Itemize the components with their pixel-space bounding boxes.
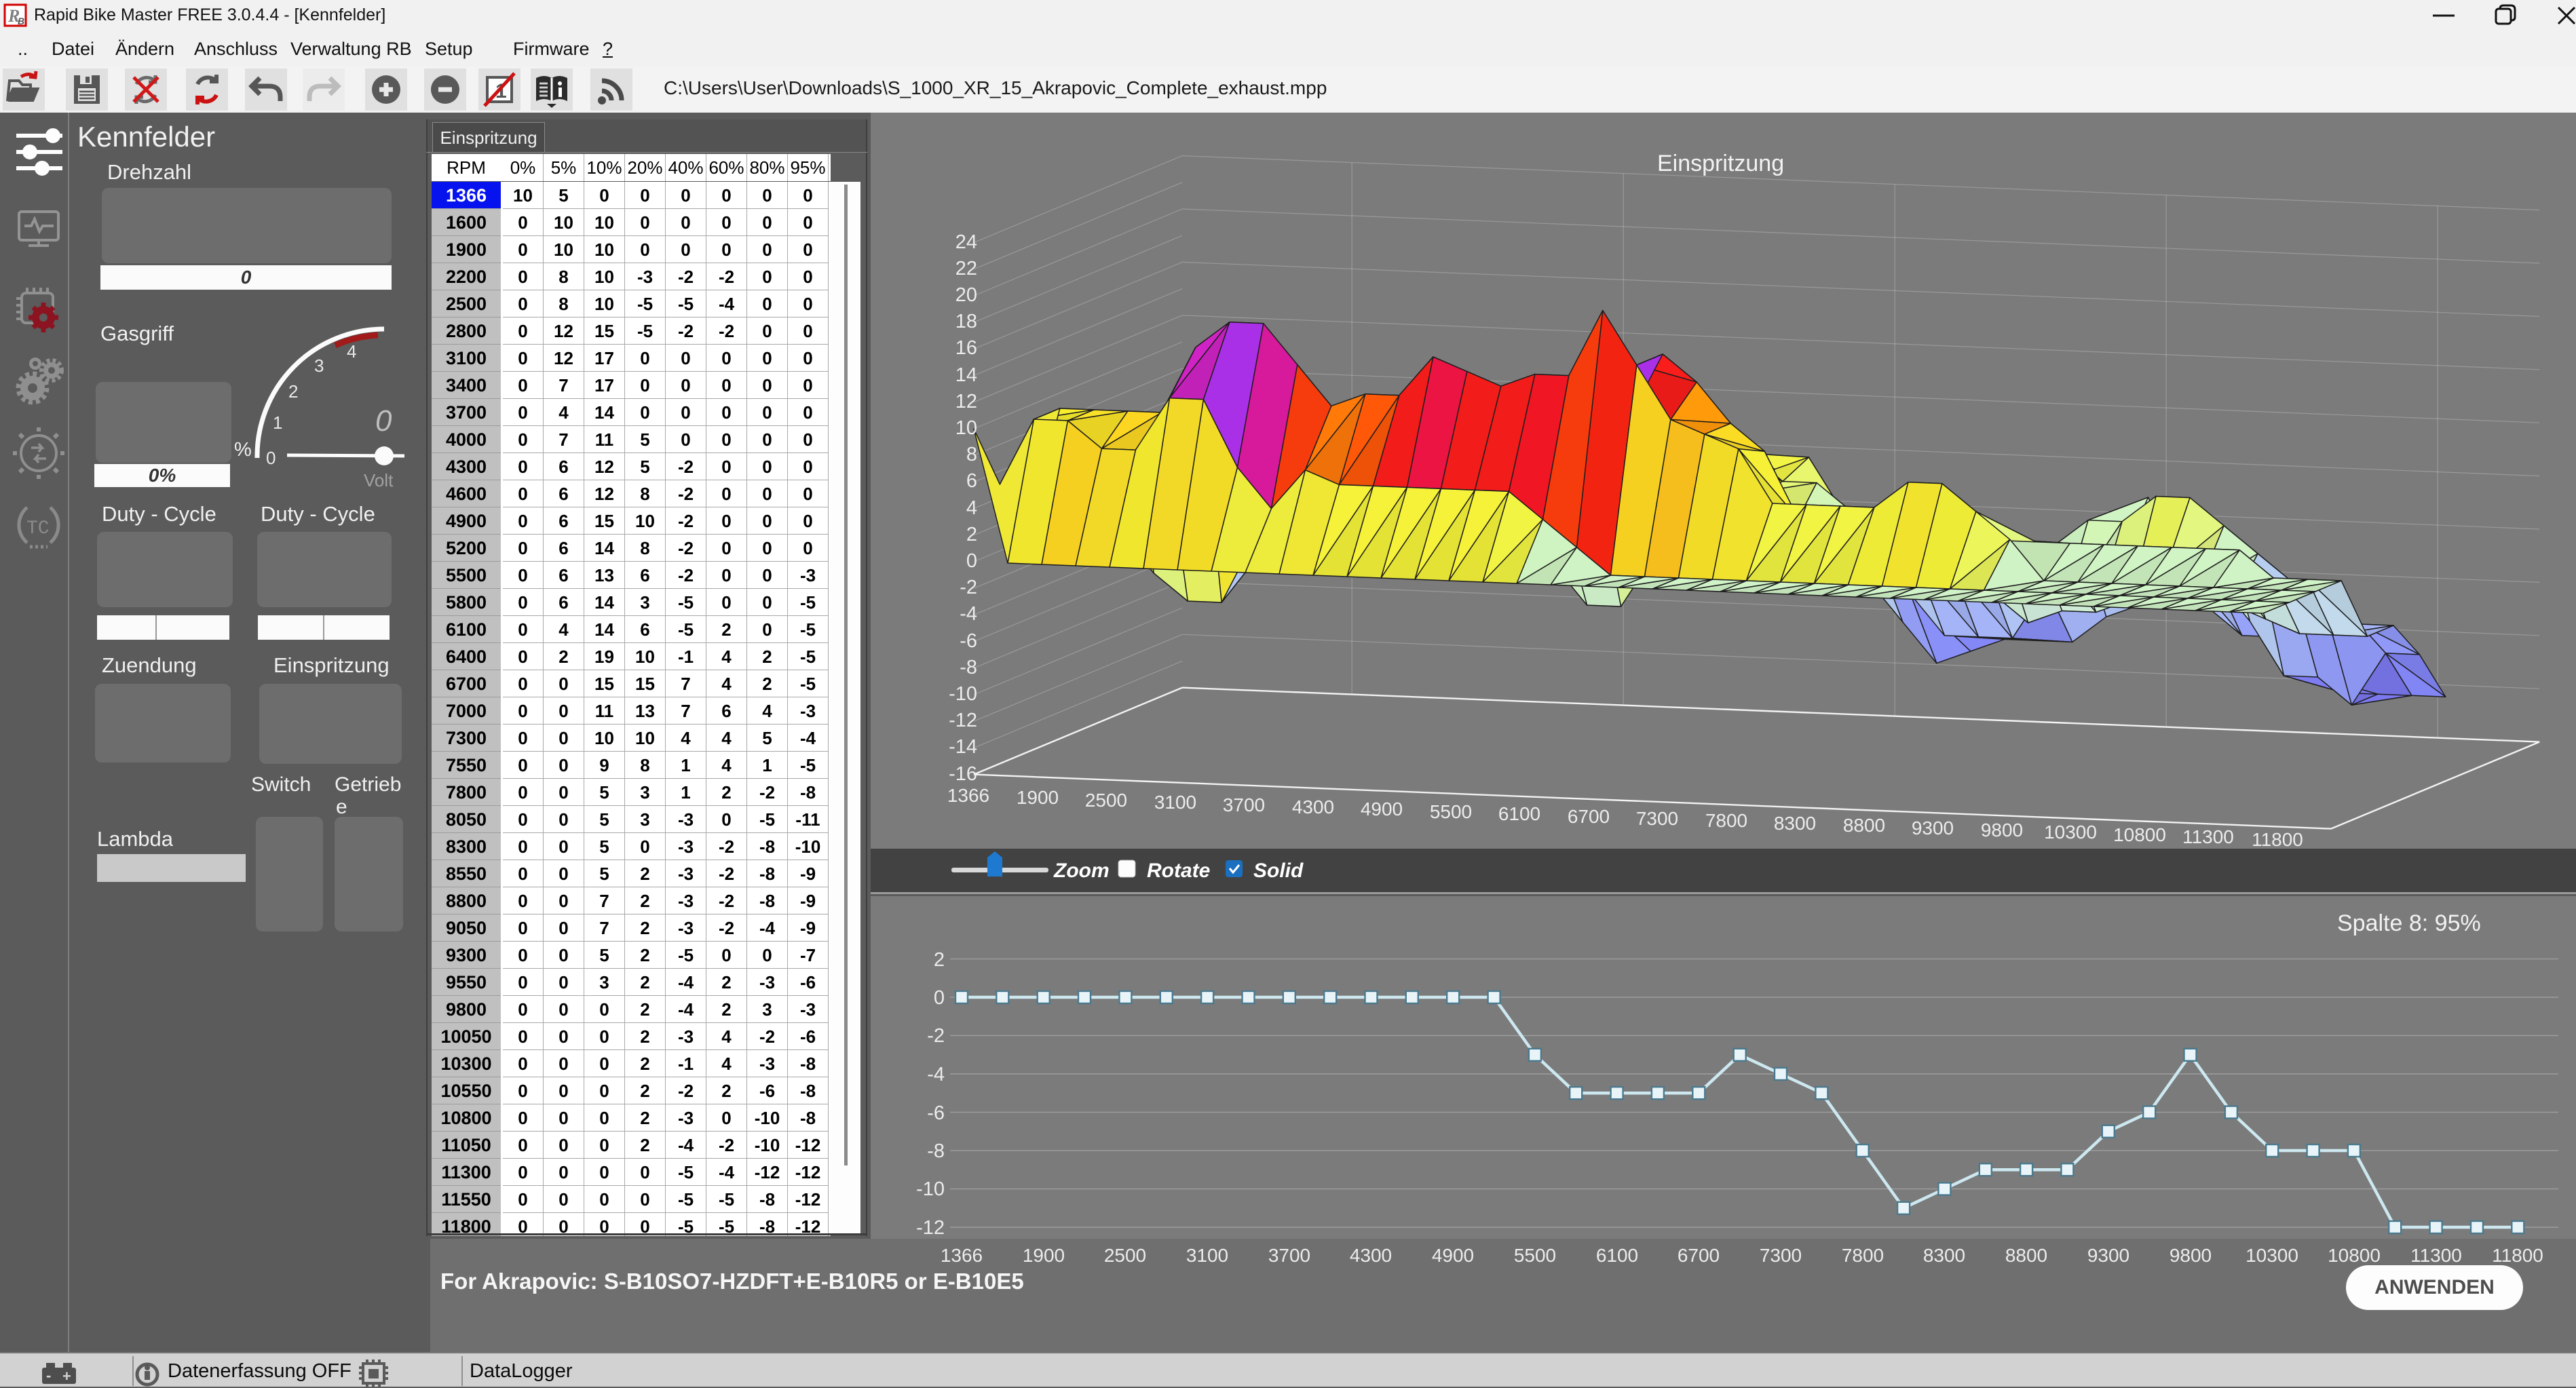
svg-text:10: 10 bbox=[955, 417, 977, 439]
svg-text:7300: 7300 bbox=[1760, 1245, 1802, 1266]
svg-text:-4: -4 bbox=[960, 603, 977, 625]
svg-text:-8: -8 bbox=[960, 657, 977, 678]
svg-text:4900: 4900 bbox=[1432, 1245, 1474, 1266]
svg-text:0: 0 bbox=[375, 404, 392, 438]
svg-text:8300: 8300 bbox=[1923, 1245, 1965, 1266]
svg-text:Einspritzung: Einspritzung bbox=[1657, 151, 1784, 176]
svg-text:4: 4 bbox=[966, 497, 977, 519]
svg-text:0: 0 bbox=[966, 550, 977, 572]
svg-text:-: - bbox=[46, 1367, 51, 1384]
svg-text:Zoom: Zoom bbox=[1053, 860, 1110, 882]
svg-text:Volt: Volt bbox=[364, 470, 394, 490]
svg-text:3: 3 bbox=[314, 355, 324, 376]
svg-text:1900: 1900 bbox=[1017, 787, 1059, 808]
svg-text:6: 6 bbox=[966, 470, 977, 492]
svg-text:10800: 10800 bbox=[2328, 1245, 2381, 1266]
svg-text:Spalte 8: 95%: Spalte 8: 95% bbox=[2337, 910, 2481, 936]
svg-text:-14: -14 bbox=[949, 736, 977, 758]
svg-text:Rotate: Rotate bbox=[1147, 860, 1210, 882]
svg-text:9800: 9800 bbox=[2170, 1245, 2212, 1266]
svg-text:-10: -10 bbox=[949, 683, 977, 705]
svg-text:22: 22 bbox=[955, 258, 977, 279]
svg-text:9800: 9800 bbox=[1981, 820, 2023, 841]
svg-text:14: 14 bbox=[955, 364, 977, 386]
svg-text:-6: -6 bbox=[927, 1102, 945, 1124]
svg-text:5500: 5500 bbox=[1430, 801, 1472, 822]
svg-text:11800: 11800 bbox=[2492, 1245, 2543, 1266]
svg-text:6100: 6100 bbox=[1596, 1245, 1638, 1266]
svg-text:2500: 2500 bbox=[1085, 790, 1127, 811]
svg-text:4300: 4300 bbox=[1292, 796, 1334, 817]
svg-text:7800: 7800 bbox=[1842, 1245, 1884, 1266]
svg-text:3100: 3100 bbox=[1154, 792, 1196, 813]
svg-text:10300: 10300 bbox=[2246, 1245, 2298, 1266]
svg-text:1: 1 bbox=[273, 412, 282, 433]
svg-text:-2: -2 bbox=[960, 577, 977, 598]
svg-text:1900: 1900 bbox=[1023, 1245, 1065, 1266]
svg-text:6700: 6700 bbox=[1568, 806, 1610, 827]
svg-text:2: 2 bbox=[934, 949, 945, 971]
svg-text:2: 2 bbox=[288, 381, 298, 402]
svg-text:9300: 9300 bbox=[2087, 1245, 2129, 1266]
svg-text:8300: 8300 bbox=[1774, 813, 1816, 834]
svg-text:-12: -12 bbox=[949, 710, 977, 731]
svg-text:-8: -8 bbox=[927, 1140, 945, 1162]
svg-text:1366: 1366 bbox=[941, 1245, 983, 1266]
svg-text:3700: 3700 bbox=[1223, 794, 1265, 815]
svg-text:20: 20 bbox=[955, 284, 977, 306]
svg-text:18: 18 bbox=[955, 311, 977, 332]
svg-text:10800: 10800 bbox=[2113, 824, 2166, 845]
svg-text:6100: 6100 bbox=[1498, 803, 1540, 824]
svg-text:7300: 7300 bbox=[1636, 808, 1678, 829]
svg-text:2: 2 bbox=[966, 524, 977, 545]
svg-text:2500: 2500 bbox=[1104, 1245, 1146, 1266]
svg-text:-2: -2 bbox=[927, 1025, 945, 1047]
svg-text:8800: 8800 bbox=[2005, 1245, 2047, 1266]
svg-text:-12: -12 bbox=[916, 1217, 945, 1239]
svg-text:4: 4 bbox=[347, 341, 356, 362]
svg-text:12: 12 bbox=[955, 391, 977, 412]
svg-text:10300: 10300 bbox=[2044, 822, 2097, 843]
svg-text:3100: 3100 bbox=[1186, 1245, 1228, 1266]
svg-text:16: 16 bbox=[955, 337, 977, 359]
svg-text:24: 24 bbox=[955, 231, 977, 253]
svg-text:B: B bbox=[18, 16, 24, 26]
svg-text:5500: 5500 bbox=[1514, 1245, 1556, 1266]
svg-text:0: 0 bbox=[934, 987, 945, 1009]
svg-text:9300: 9300 bbox=[1912, 817, 1954, 838]
svg-text:-4: -4 bbox=[927, 1064, 945, 1085]
svg-text:Solid: Solid bbox=[1253, 860, 1304, 882]
svg-text:4900: 4900 bbox=[1361, 798, 1403, 820]
svg-text:%: % bbox=[234, 439, 252, 461]
svg-text:11300: 11300 bbox=[2410, 1245, 2462, 1266]
svg-text:7800: 7800 bbox=[1705, 810, 1747, 831]
svg-text:+: + bbox=[62, 1368, 71, 1385]
svg-text:3700: 3700 bbox=[1268, 1245, 1310, 1266]
svg-text:1366: 1366 bbox=[947, 785, 989, 806]
svg-text:0: 0 bbox=[266, 448, 276, 468]
svg-text:6700: 6700 bbox=[1678, 1245, 1720, 1266]
svg-text:8800: 8800 bbox=[1843, 815, 1885, 836]
svg-text:11800: 11800 bbox=[2252, 829, 2303, 850]
svg-text:-16: -16 bbox=[949, 763, 977, 785]
svg-text:11300: 11300 bbox=[2182, 826, 2234, 847]
svg-text:-6: -6 bbox=[960, 630, 977, 652]
svg-text:4300: 4300 bbox=[1350, 1245, 1392, 1266]
svg-text:-10: -10 bbox=[916, 1178, 945, 1200]
svg-text:8: 8 bbox=[966, 444, 977, 465]
